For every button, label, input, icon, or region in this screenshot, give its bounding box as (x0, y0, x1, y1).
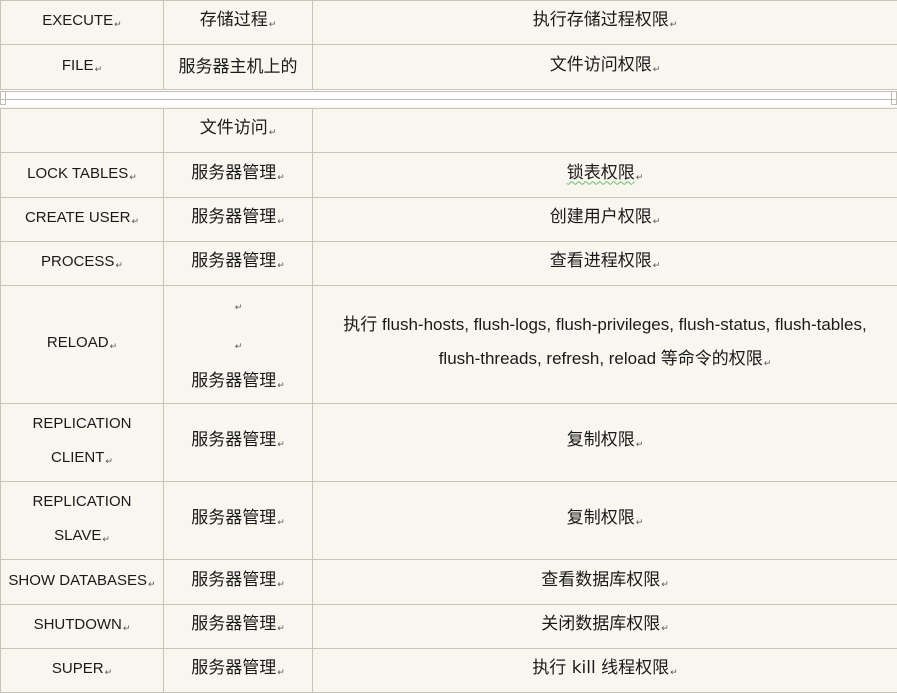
table-row: SUPER↵ 服务器管理↵ 执行 kill 线程权限↵ (1, 649, 897, 693)
paragraph-mark-icon: ↵ (653, 65, 661, 75)
privilege-cell: SUPER↵ (1, 649, 164, 693)
table-row: SHOW DATABASES↵ 服务器管理↵ 查看数据库权限↵ (1, 560, 897, 605)
table-row: 文件访问↵ (1, 109, 897, 153)
paragraph-mark-icon: ↵ (277, 440, 285, 450)
description-cell: 复制权限↵ (313, 482, 897, 560)
description-line: 执行 flush-hosts, flush-logs, flush-privil… (313, 308, 897, 342)
table-row: EXECUTE↵ 存储过程↵ 执行存储过程权限↵ (1, 1, 897, 45)
paragraph-mark-icon: ↵ (636, 440, 644, 450)
privilege-cell: LOCK TABLES↵ (1, 153, 164, 198)
paragraph-mark-icon: ↵ (277, 580, 285, 590)
privilege-cell: SHOW DATABASES↵ (1, 560, 164, 605)
page-break (0, 90, 897, 106)
privilege-line: SLAVE (54, 527, 101, 544)
table-row: REPLICATION SLAVE↵ 服务器管理↵ 复制权限↵ (1, 482, 897, 560)
page-break-marker (0, 99, 6, 105)
privilege-cell: FILE↵ (1, 45, 164, 90)
description-cell: 复制权限↵ (313, 404, 897, 482)
paragraph-mark-icon: ↵ (123, 623, 131, 633)
context-cell: ↵ ↵ 服务器管理↵ (164, 286, 313, 404)
paragraph-mark-icon: ↵ (269, 20, 277, 30)
paragraph-mark-icon: ↵ (235, 342, 243, 352)
paragraph-mark-icon: ↵ (277, 217, 285, 227)
table-row: RELOAD↵ ↵ ↵ 服务器管理↵ 执行 flush-hosts, flush… (1, 286, 897, 404)
table-row: REPLICATION CLIENT↵ 服务器管理↵ 复制权限↵ (1, 404, 897, 482)
privilege-line: REPLICATION (1, 485, 163, 519)
privilege-cell: RELOAD↵ (1, 286, 164, 404)
privilege-table-top: EXECUTE↵ 存储过程↵ 执行存储过程权限↵ FILE↵ 服务器主机上的 文… (0, 0, 897, 90)
privilege-table-bottom: 文件访问↵ LOCK TABLES↵ 服务器管理↵ 锁表权限↵ CREATE U… (0, 108, 897, 693)
paragraph-mark-icon: ↵ (148, 579, 156, 589)
paragraph-mark-icon: ↵ (110, 341, 118, 351)
privilege-cell (1, 109, 164, 153)
privilege-line: REPLICATION (1, 407, 163, 441)
paragraph-mark-icon: ↵ (636, 173, 644, 183)
paragraph-mark-icon: ↵ (95, 64, 103, 74)
context-cell: 存储过程↵ (164, 1, 313, 45)
description-cell (313, 109, 897, 153)
description-cell: 执行 kill 线程权限↵ (313, 649, 897, 693)
privilege-cell: EXECUTE↵ (1, 1, 164, 45)
document-page: EXECUTE↵ 存储过程↵ 执行存储过程权限↵ FILE↵ 服务器主机上的 文… (0, 0, 897, 689)
paragraph-mark-icon: ↵ (129, 172, 137, 182)
paragraph-mark-icon: ↵ (653, 261, 661, 271)
context-cell: 服务器管理↵ (164, 605, 313, 649)
page-break-marker (891, 99, 897, 105)
table-row: PROCESS↵ 服务器管理↵ 查看进程权限↵ (1, 242, 897, 286)
table-row: FILE↵ 服务器主机上的 文件访问权限↵ (1, 45, 897, 90)
privilege-cell: REPLICATION SLAVE↵ (1, 482, 164, 560)
context-cell: 服务器管理↵ (164, 242, 313, 286)
paragraph-mark-icon: ↵ (114, 19, 122, 29)
description-line: flush-threads, refresh, reload 等命令的权限 (439, 349, 763, 368)
page-break-line (4, 99, 893, 100)
privilege-cell: SHUTDOWN↵ (1, 605, 164, 649)
paragraph-mark-icon: ↵ (269, 128, 277, 138)
context-cell: 服务器管理↵ (164, 153, 313, 198)
paragraph-mark-icon: ↵ (105, 667, 113, 677)
paragraph-mark-icon: ↵ (670, 668, 678, 678)
table-row: CREATE USER↵ 服务器管理↵ 创建用户权限↵ (1, 198, 897, 242)
context-cell: 服务器管理↵ (164, 482, 313, 560)
page-break-line (4, 91, 893, 92)
paragraph-mark-icon: ↵ (277, 261, 285, 271)
spellcheck-flagged-text: 锁表权限 (567, 163, 635, 183)
paragraph-mark-icon: ↵ (132, 216, 140, 226)
paragraph-mark-icon: ↵ (277, 668, 285, 678)
description-cell: 创建用户权限↵ (313, 198, 897, 242)
paragraph-mark-icon: ↵ (277, 173, 285, 183)
table-row: LOCK TABLES↵ 服务器管理↵ 锁表权限↵ (1, 153, 897, 198)
context-cell: 服务器管理↵ (164, 198, 313, 242)
context-cell: 服务器管理↵ (164, 649, 313, 693)
paragraph-mark-icon: ↵ (764, 359, 772, 369)
paragraph-mark-icon: ↵ (102, 534, 110, 544)
paragraph-mark-icon: ↵ (636, 518, 644, 528)
paragraph-mark-icon: ↵ (115, 260, 123, 270)
description-cell: 文件访问权限↵ (313, 45, 897, 90)
paragraph-mark-icon: ↵ (105, 456, 113, 466)
context-cell: 文件访问↵ (164, 109, 313, 153)
paragraph-mark-icon: ↵ (661, 624, 669, 634)
privilege-cell: CREATE USER↵ (1, 198, 164, 242)
description-cell: 查看进程权限↵ (313, 242, 897, 286)
description-cell: 查看数据库权限↵ (313, 560, 897, 605)
description-cell: 关闭数据库权限↵ (313, 605, 897, 649)
paragraph-mark-icon: ↵ (670, 20, 678, 30)
table-row: SHUTDOWN↵ 服务器管理↵ 关闭数据库权限↵ (1, 605, 897, 649)
description-cell: 执行存储过程权限↵ (313, 1, 897, 45)
description-cell: 锁表权限↵ (313, 153, 897, 198)
paragraph-mark-icon: ↵ (277, 381, 285, 391)
context-cell: 服务器主机上的 (164, 45, 313, 90)
privilege-cell: PROCESS↵ (1, 242, 164, 286)
paragraph-mark-icon: ↵ (277, 518, 285, 528)
paragraph-mark-icon: ↵ (661, 580, 669, 590)
context-cell: 服务器管理↵ (164, 404, 313, 482)
privilege-line: CLIENT (51, 449, 104, 466)
paragraph-mark-icon: ↵ (653, 217, 661, 227)
privilege-cell: REPLICATION CLIENT↵ (1, 404, 164, 482)
context-cell: 服务器管理↵ (164, 560, 313, 605)
description-cell: 执行 flush-hosts, flush-logs, flush-privil… (313, 286, 897, 404)
paragraph-mark-icon: ↵ (235, 303, 243, 313)
paragraph-mark-icon: ↵ (277, 624, 285, 634)
